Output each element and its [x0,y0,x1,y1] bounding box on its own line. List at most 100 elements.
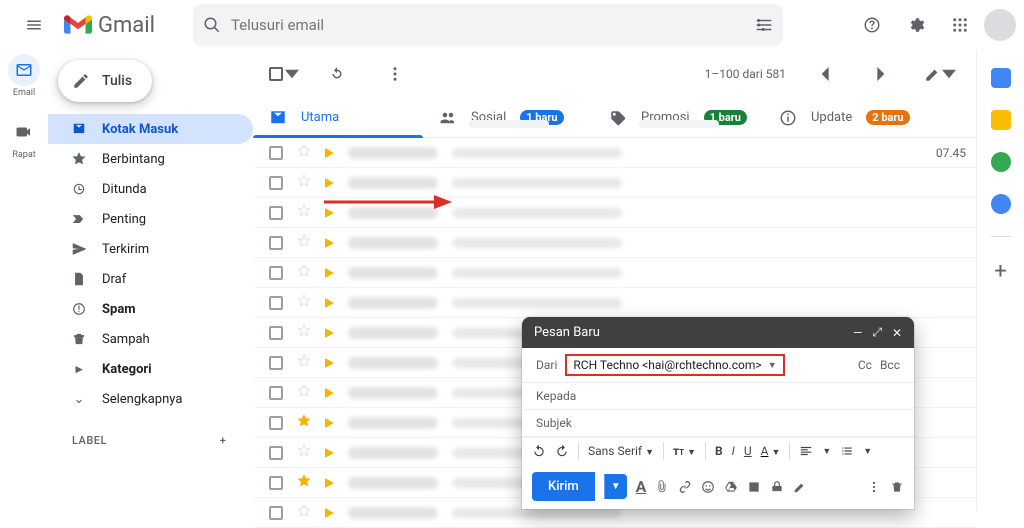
important-icon[interactable] [325,178,334,188]
star-icon[interactable] [297,353,311,372]
font-size[interactable]: тT ▼ [673,444,696,458]
search-input[interactable] [231,16,745,34]
rail-mail[interactable]: Email [8,54,40,98]
important-icon[interactable] [325,298,334,308]
rail-meet[interactable]: Rapat [8,116,40,160]
tab-social[interactable]: Sosial 1 baru [423,98,593,137]
mail-row[interactable] [253,168,976,198]
mail-row[interactable] [253,258,976,288]
gmail-logo[interactable]: Gmail [64,13,185,38]
redo-icon[interactable] [555,444,569,458]
compose-minimize[interactable]: — [853,326,862,340]
tab-promotions[interactable]: Promosi 1 baru [593,98,763,137]
row-checkbox[interactable] [269,506,283,520]
star-icon[interactable] [297,293,311,312]
star-icon[interactable] [297,203,311,222]
tab-primary[interactable]: Utama [253,98,423,137]
image-icon[interactable] [747,480,761,494]
subject-field[interactable]: Subjek [522,410,914,437]
tab-updates[interactable]: Update 2 baru [763,98,926,137]
row-checkbox[interactable] [269,326,283,340]
mail-row[interactable]: 07.45 [253,138,976,168]
row-checkbox[interactable] [269,266,283,280]
compose-button[interactable]: Tulis [58,60,152,102]
bcc-button[interactable]: Bcc [880,358,900,372]
cc-button[interactable]: Cc [858,358,872,372]
star-icon[interactable] [297,143,311,162]
star-icon[interactable] [297,473,311,492]
input-tools[interactable] [920,54,960,94]
apps-button[interactable] [940,5,980,45]
row-checkbox[interactable] [269,206,283,220]
send-more-button[interactable]: ▼ [604,474,627,499]
star-icon[interactable] [297,503,311,522]
from-selector[interactable]: RCH Techno <hai@rchtechno.com> ▼ [565,354,784,376]
nav-draf[interactable]: Draf [48,264,253,294]
compose-close[interactable]: ✕ [892,326,902,340]
search-bar[interactable] [193,4,783,46]
list-icon[interactable] [840,444,854,458]
calendar-addon[interactable] [991,68,1011,88]
account-avatar[interactable] [984,9,1016,41]
important-icon[interactable] [325,328,334,338]
tune-icon[interactable] [755,16,773,34]
row-checkbox[interactable] [269,176,283,190]
important-icon[interactable] [325,238,334,248]
page-prev[interactable] [804,54,844,94]
mail-row[interactable] [253,228,976,258]
nav-penting[interactable]: Penting [48,204,253,234]
star-icon[interactable] [297,263,311,282]
important-icon[interactable] [325,418,334,428]
mail-row[interactable] [253,288,976,318]
nav-kategori[interactable]: ▸Kategori [48,354,253,384]
row-checkbox[interactable] [269,146,283,160]
nav-sampah[interactable]: Sampah [48,324,253,354]
star-icon[interactable] [297,443,311,462]
contacts-addon[interactable] [991,194,1011,214]
more-button[interactable] [375,54,415,94]
get-addons[interactable]: + [994,259,1006,284]
underline-button[interactable]: U [744,444,752,458]
main-menu-button[interactable] [12,3,56,47]
important-icon[interactable] [325,148,334,158]
text-color[interactable]: A ▼ [761,444,781,458]
confidential-icon[interactable] [770,480,784,494]
italic-button[interactable]: I [732,444,735,458]
star-icon[interactable] [297,413,311,432]
drive-icon[interactable] [724,480,738,494]
align-icon[interactable] [799,444,813,458]
link-icon[interactable] [678,480,692,494]
nav-spam[interactable]: Spam [48,294,253,324]
nav-selengkapnya[interactable]: ⌄Selengkapnya [48,384,253,414]
page-next[interactable] [862,54,902,94]
help-button[interactable] [852,5,892,45]
star-icon[interactable] [297,323,311,342]
more-options[interactable] [867,480,881,494]
row-checkbox[interactable] [269,476,283,490]
star-icon[interactable] [297,383,311,402]
row-checkbox[interactable] [269,416,283,430]
important-icon[interactable] [325,268,334,278]
refresh-button[interactable] [317,54,357,94]
star-icon[interactable] [297,173,311,192]
important-icon[interactable] [325,208,334,218]
row-checkbox[interactable] [269,296,283,310]
row-checkbox[interactable] [269,446,283,460]
nav-kotak-masuk[interactable]: Kotak Masuk [48,114,253,144]
discard-icon[interactable] [890,480,904,494]
send-button[interactable]: Kirim [532,472,595,501]
row-checkbox[interactable] [269,356,283,370]
important-icon[interactable] [325,448,334,458]
undo-icon[interactable] [532,444,546,458]
important-icon[interactable] [325,478,334,488]
nav-terkirim[interactable]: Terkirim [48,234,253,264]
mail-row[interactable] [253,198,976,228]
compose-fullscreen[interactable]: ⤢ [872,325,882,340]
attach-icon[interactable] [655,480,669,494]
nav-ditunda[interactable]: Ditunda [48,174,253,204]
row-checkbox[interactable] [269,236,283,250]
tasks-addon[interactable] [991,152,1011,172]
add-label-button[interactable]: + [211,428,235,452]
signature-icon[interactable] [793,480,807,494]
to-field[interactable]: Kepada [522,383,914,410]
